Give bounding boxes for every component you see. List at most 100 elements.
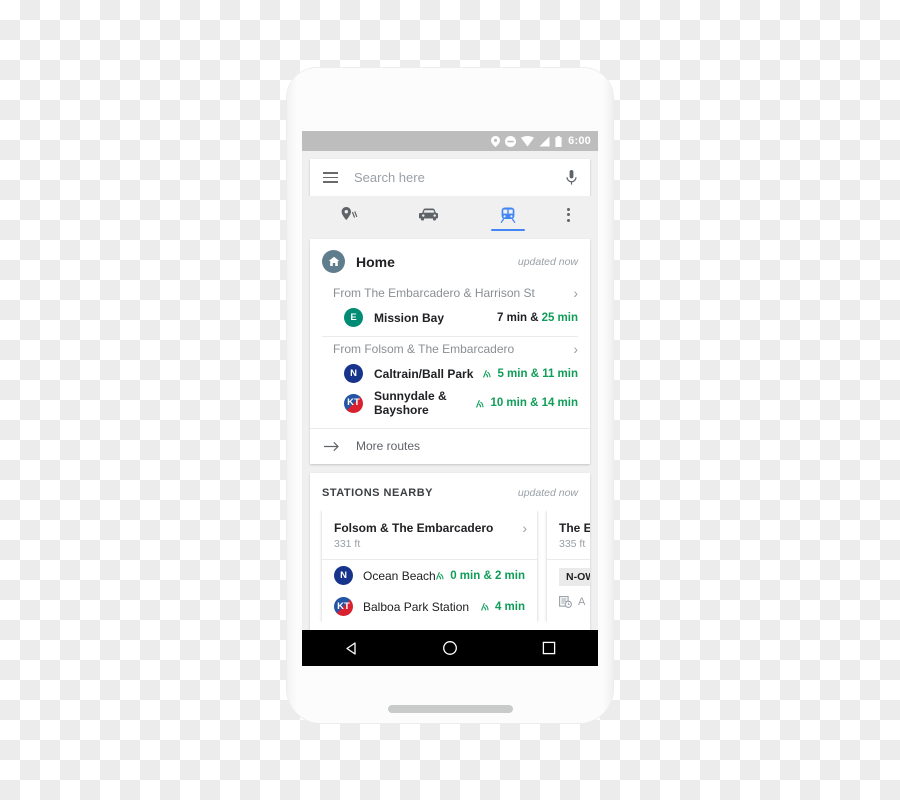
battery-icon xyxy=(555,135,562,147)
station-head-text: Folsom & The Embarcadero 331 ft xyxy=(334,521,522,550)
home-icon xyxy=(322,250,345,273)
search-bar-container: Search here xyxy=(302,151,598,196)
tab-transit[interactable] xyxy=(469,196,548,233)
route-time: 4 min xyxy=(480,600,525,613)
nav-back-button[interactable] xyxy=(328,641,374,656)
phone-screen: 6:00 Search here Home updated now From T… xyxy=(302,131,598,666)
chevron-right-icon: › xyxy=(573,341,578,357)
station-line-row-balboa-park[interactable]: KT Balboa Park Station 4 min xyxy=(322,591,537,622)
train-icon xyxy=(501,207,516,223)
wifi-icon xyxy=(521,135,535,146)
page-title: Home xyxy=(356,253,395,270)
arrow-right-icon xyxy=(324,441,339,451)
route-name: Ocean Beach xyxy=(363,568,436,583)
station-distance: 331 ft xyxy=(334,538,361,550)
line-badge-label: KT xyxy=(347,397,360,409)
route-time-text: 4 min xyxy=(494,600,525,613)
station-card-folsom-embarcadero[interactable]: Folsom & The Embarcadero 331 ft › N Ocea… xyxy=(322,510,537,622)
station-card-header[interactable]: The Em 335 ft xyxy=(547,510,590,559)
station-distance: 335 ft xyxy=(559,538,586,550)
home-updated-label: updated now xyxy=(517,255,578,268)
tab-overflow[interactable] xyxy=(548,196,590,233)
route-time-first: 7 min & xyxy=(497,311,539,324)
live-signal-icon xyxy=(476,399,484,408)
route-time-text: 5 min & 11 min xyxy=(497,367,578,380)
status-bar-clock: 6:00 xyxy=(568,135,591,147)
car-icon xyxy=(418,208,438,221)
transit-line-badge: N xyxy=(334,566,353,585)
tab-driving[interactable] xyxy=(389,196,468,233)
recents-square-icon xyxy=(542,641,555,655)
live-signal-icon xyxy=(483,369,492,378)
android-nav-bar xyxy=(302,630,598,666)
tab-active-indicator xyxy=(491,228,526,231)
from-label: From The Embarcadero & Harrison St xyxy=(333,286,535,300)
do-not-disturb-icon xyxy=(505,135,517,147)
route-row-sunnydale-bayshore[interactable]: KT Sunnydale & Bayshore 10 min & 14 min xyxy=(310,386,590,420)
live-signal-icon xyxy=(436,571,444,580)
more-routes-button[interactable]: More routes xyxy=(310,429,590,464)
route-row-caltrain-ball-park[interactable]: N Caltrain/Ball Park 5 min & 11 min xyxy=(310,361,590,386)
home-circle-icon xyxy=(443,641,457,655)
route-name: Balboa Park Station xyxy=(363,599,470,614)
home-indicator-pill xyxy=(388,705,513,713)
station-name: The Em xyxy=(559,521,590,535)
explore-pin-icon xyxy=(341,207,358,220)
from-label: From Folsom & The Embarcadero xyxy=(333,342,515,356)
stations-nearby-header: STATIONS NEARBY updated now xyxy=(310,473,590,510)
stations-updated-label: updated now xyxy=(517,487,578,499)
route-time-second: 25 min xyxy=(541,311,578,324)
station-card-header[interactable]: Folsom & The Embarcadero 331 ft › xyxy=(322,510,537,559)
chevron-right-icon: › xyxy=(573,285,578,301)
transit-line-badge: N xyxy=(344,364,363,383)
route-time: 5 min & 11 min xyxy=(483,368,578,380)
station-card-the-embarcadero[interactable]: The Em 335 ft N-OW A xyxy=(547,510,590,622)
status-badge: N-OW xyxy=(559,568,590,586)
nav-recents-button[interactable] xyxy=(526,641,572,655)
chevron-right-icon: › xyxy=(522,520,527,536)
transit-line-badge: E xyxy=(344,308,363,327)
search-bar[interactable]: Search here xyxy=(310,159,590,196)
phone-device-frame: 6:00 Search here Home updated now From T… xyxy=(287,68,613,723)
route-time-text: 0 min & 2 min xyxy=(450,569,525,582)
mode-tab-bar xyxy=(302,196,598,233)
route-time: 10 min & 14 min xyxy=(476,397,578,409)
line-badge-label: E xyxy=(350,311,357,323)
route-time-text: 10 min & 14 min xyxy=(490,397,578,409)
tab-explore[interactable] xyxy=(310,196,389,233)
transit-line-badge: KT xyxy=(334,597,353,616)
station-line-row-ocean-beach[interactable]: N Ocean Beach 0 min & 2 min xyxy=(322,560,537,591)
live-signal-icon xyxy=(480,602,489,611)
route-name: Sunnydale & Bayshore xyxy=(374,389,447,417)
hamburger-menu-icon[interactable] xyxy=(310,172,350,183)
station-head-text: The Em 335 ft xyxy=(559,521,590,550)
route-name: Caltrain/Ball Park xyxy=(374,366,474,381)
route-time: 0 min & 2 min xyxy=(436,570,525,582)
line-badge-label: KT xyxy=(337,600,350,612)
microphone-icon[interactable] xyxy=(552,169,590,186)
home-transit-card: Home updated now From The Embarcadero & … xyxy=(310,239,590,464)
more-routes-label: More routes xyxy=(356,439,421,453)
stations-nearby-title: STATIONS NEARBY xyxy=(322,487,433,499)
transit-line-badge: KT xyxy=(344,393,363,413)
station-schedule-row[interactable]: A xyxy=(547,586,590,608)
from-row-0[interactable]: From The Embarcadero & Harrison St › xyxy=(310,281,590,305)
home-card-header: Home updated now xyxy=(310,239,590,281)
station-name: Folsom & The Embarcadero xyxy=(334,521,494,535)
from-row-1[interactable]: From Folsom & The Embarcadero › xyxy=(310,337,590,361)
route-time: 7 min & 25 min xyxy=(497,312,578,324)
more-vertical-icon xyxy=(567,207,571,222)
route-name: Mission Bay xyxy=(374,310,445,325)
nav-home-button[interactable] xyxy=(427,640,473,656)
line-badge-label: N xyxy=(350,367,357,379)
location-pin-icon xyxy=(491,135,501,147)
back-triangle-icon xyxy=(346,641,356,655)
stations-nearby-card: STATIONS NEARBY updated now Folsom & The… xyxy=(310,473,590,632)
search-input[interactable]: Search here xyxy=(350,170,552,185)
stations-carousel[interactable]: Folsom & The Embarcadero 331 ft › N Ocea… xyxy=(310,510,590,622)
cell-signal-icon xyxy=(539,136,550,146)
status-bar: 6:00 xyxy=(302,131,598,151)
schedule-label: A xyxy=(578,596,586,608)
route-row-mission-bay[interactable]: E Mission Bay 7 min & 25 min xyxy=(310,305,590,330)
line-badge-label: N xyxy=(340,569,347,581)
